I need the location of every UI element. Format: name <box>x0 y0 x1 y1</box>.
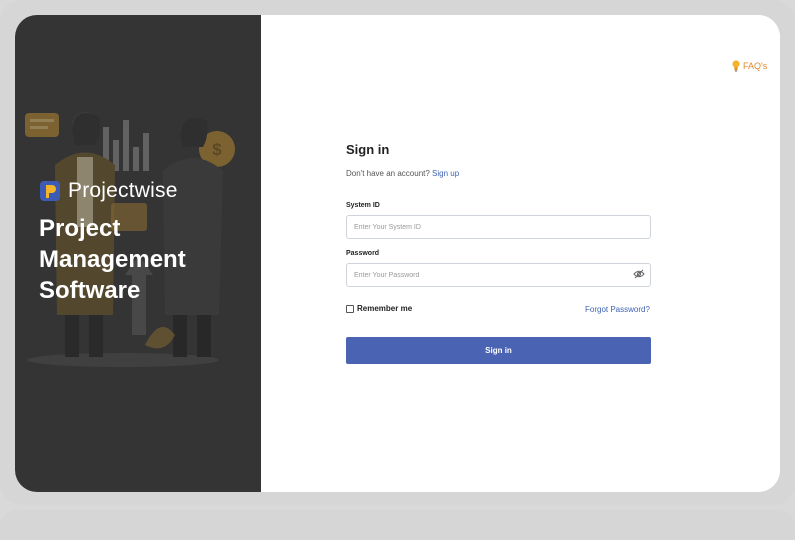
brand-name: Projectwise <box>68 179 178 202</box>
laptop-base <box>0 510 795 540</box>
forgot-password-link[interactable]: Forgot Password? <box>585 305 650 314</box>
faq-label: FAQ's <box>743 61 768 71</box>
app-screen: $ Projectwise Project Management Softwar… <box>15 15 780 492</box>
eye-slash-icon[interactable] <box>633 269 645 279</box>
remember-me[interactable]: Remember me <box>346 304 412 313</box>
signup-link[interactable]: Sign up <box>432 169 459 178</box>
remember-label: Remember me <box>357 304 413 313</box>
signin-panel: FAQ's Sign in Don't have an account? Sig… <box>261 15 780 492</box>
signup-prompt: Don't have an account? Sign up <box>346 169 459 178</box>
tagline-line: Software <box>39 277 141 304</box>
brand-panel: $ Projectwise Project Management Softwar… <box>15 15 261 492</box>
projectwise-logo-icon <box>40 181 60 201</box>
tagline-line: Project <box>39 215 121 242</box>
brand-logo: Projectwise <box>39 179 178 203</box>
remember-checkbox[interactable] <box>346 304 354 313</box>
system-id-label: System ID <box>346 202 380 209</box>
tagline: Project Management Software <box>39 213 186 306</box>
lightbulb-icon <box>732 60 740 72</box>
password-input[interactable] <box>346 263 651 287</box>
sign-in-button[interactable]: Sign in <box>346 337 651 364</box>
tagline-line: Management <box>39 246 186 273</box>
faq-link[interactable]: FAQ's <box>732 60 767 72</box>
form-title: Sign in <box>346 142 390 157</box>
system-id-input[interactable] <box>346 215 651 239</box>
no-account-text: Don't have an account? <box>346 169 430 178</box>
password-label: Password <box>346 250 380 257</box>
svg-text:$: $ <box>212 140 222 159</box>
